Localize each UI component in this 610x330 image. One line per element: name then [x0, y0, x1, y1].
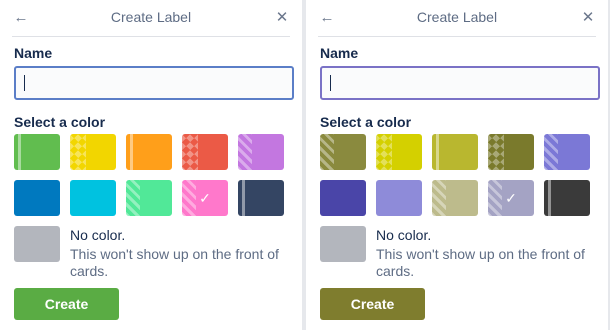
back-arrow-icon[interactable]: ←	[10, 8, 32, 28]
no-color-swatch[interactable]	[320, 226, 366, 262]
swatch-pattern	[432, 134, 446, 170]
text-caret	[330, 75, 331, 91]
swatch-pattern	[238, 180, 252, 216]
no-color-description: This won't show up on the front of cards…	[70, 246, 279, 279]
color-swatch[interactable]	[70, 134, 116, 170]
create-label-popover-right: ← Create Label ✕ Name Select a color No …	[306, 0, 608, 330]
close-icon[interactable]: ✕	[578, 8, 598, 28]
color-swatch[interactable]	[238, 134, 284, 170]
color-swatch[interactable]	[14, 180, 60, 216]
color-swatch[interactable]	[238, 180, 284, 216]
create-label-popover-left: ← Create Label ✕ Name Select a color No …	[0, 0, 302, 330]
checkmark-icon: ✓	[199, 190, 211, 206]
color-swatch[interactable]	[126, 134, 172, 170]
create-button[interactable]: Create	[14, 288, 119, 320]
back-arrow-icon[interactable]: ←	[316, 8, 338, 28]
color-swatch[interactable]	[488, 134, 534, 170]
color-swatch[interactable]	[182, 134, 228, 170]
popover-title: Create Label	[416, 9, 498, 25]
color-swatch[interactable]	[320, 134, 366, 170]
no-color-title: No color.	[376, 227, 432, 243]
color-swatch[interactable]: ✓	[488, 180, 534, 216]
text-caret	[24, 75, 25, 91]
swatch-pattern	[488, 134, 504, 170]
select-color-label: Select a color	[14, 114, 106, 130]
color-swatch[interactable]	[544, 180, 590, 216]
name-label: Name	[320, 45, 359, 61]
close-icon[interactable]: ✕	[272, 8, 292, 28]
swatch-pattern	[126, 134, 140, 170]
header-divider	[318, 36, 596, 37]
color-swatch[interactable]	[126, 180, 172, 216]
no-color-title: No color.	[70, 227, 126, 243]
swatch-pattern	[544, 180, 558, 216]
color-swatch[interactable]	[320, 180, 366, 216]
color-swatch[interactable]	[376, 180, 422, 216]
no-color-description: This won't show up on the front of cards…	[376, 246, 585, 279]
swatch-pattern	[126, 180, 140, 216]
name-label: Name	[14, 45, 53, 61]
swatch-pattern	[320, 134, 334, 170]
create-button[interactable]: Create	[320, 288, 425, 320]
color-swatch[interactable]	[70, 180, 116, 216]
label-name-input[interactable]	[14, 66, 294, 100]
swatch-pattern	[14, 134, 28, 170]
swatch-pattern	[238, 134, 252, 170]
select-color-label: Select a color	[320, 114, 412, 130]
popover-title: Create Label	[110, 9, 192, 25]
header-divider	[12, 36, 290, 37]
swatch-pattern	[544, 134, 558, 170]
no-color-swatch[interactable]	[14, 226, 60, 262]
swatch-pattern	[432, 180, 446, 216]
swatch-pattern	[70, 134, 86, 170]
label-name-input[interactable]	[320, 66, 600, 100]
popover-header: ← Create Label ✕	[306, 0, 608, 36]
color-swatch[interactable]	[544, 134, 590, 170]
color-swatch[interactable]	[376, 134, 422, 170]
color-swatch[interactable]	[14, 134, 60, 170]
color-swatch[interactable]	[432, 134, 478, 170]
checkmark-icon: ✓	[505, 190, 517, 206]
color-swatch[interactable]: ✓	[182, 180, 228, 216]
swatch-pattern	[182, 134, 198, 170]
popover-header: ← Create Label ✕	[0, 0, 302, 36]
swatch-pattern	[376, 134, 392, 170]
color-swatch[interactable]	[432, 180, 478, 216]
